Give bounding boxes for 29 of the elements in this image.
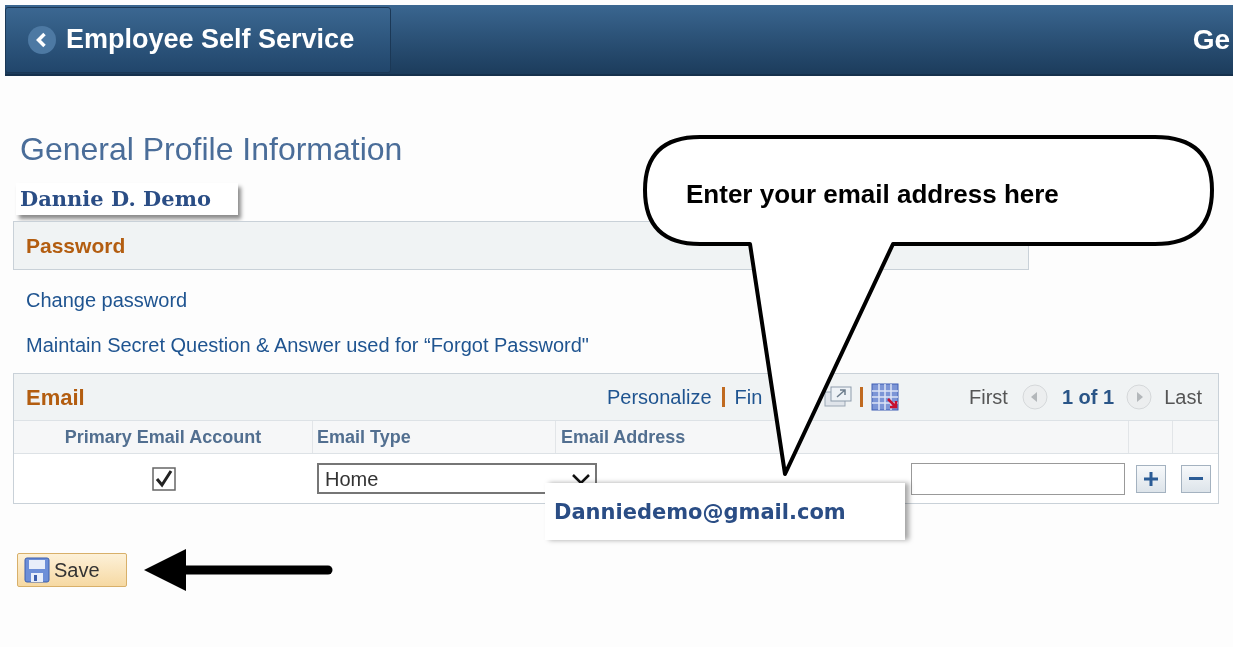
email-address-field[interactable] — [911, 462, 1125, 495]
add-row-button[interactable] — [1136, 464, 1166, 493]
email-address-zoom: Danniedemo@gmail.com — [545, 483, 905, 540]
chevron-down-icon — [571, 472, 591, 485]
back-icon — [28, 25, 56, 54]
column-header: Email Type — [313, 421, 556, 453]
page-title: Ge — [1192, 22, 1230, 57]
delete-row-button[interactable] — [1180, 464, 1211, 493]
column-header: Primary Email Account — [14, 421, 313, 453]
person-name: Dannie D. Demo — [16, 183, 238, 215]
find-link[interactable]: Fin — [734, 382, 763, 412]
back-button[interactable]: Employee Self Service — [5, 6, 391, 73]
first-label: First — [969, 385, 1008, 410]
page-count: 1 of 1 — [1061, 385, 1115, 410]
section-title: Password — [26, 232, 126, 259]
plus-icon — [1143, 470, 1159, 487]
personalize-link[interactable]: Personalize — [607, 382, 712, 412]
link[interactable]: Maintain Secret Question & Answer used for “Forgot Password" — [26, 333, 589, 357]
link[interactable]: Change password — [26, 288, 188, 312]
callout-text: Enter your email address here — [686, 178, 1059, 211]
popout-icon[interactable] — [824, 386, 853, 408]
section-title: Email — [26, 383, 86, 412]
save-button[interactable]: Save — [17, 553, 127, 587]
email-type-select[interactable]: Home — [317, 463, 597, 494]
grid-download-icon[interactable] — [871, 383, 900, 411]
page-heading: General Profile Information — [20, 130, 404, 169]
last-label: Last — [1164, 385, 1202, 410]
checkbox[interactable] — [151, 466, 176, 491]
minus-icon — [1187, 477, 1204, 480]
